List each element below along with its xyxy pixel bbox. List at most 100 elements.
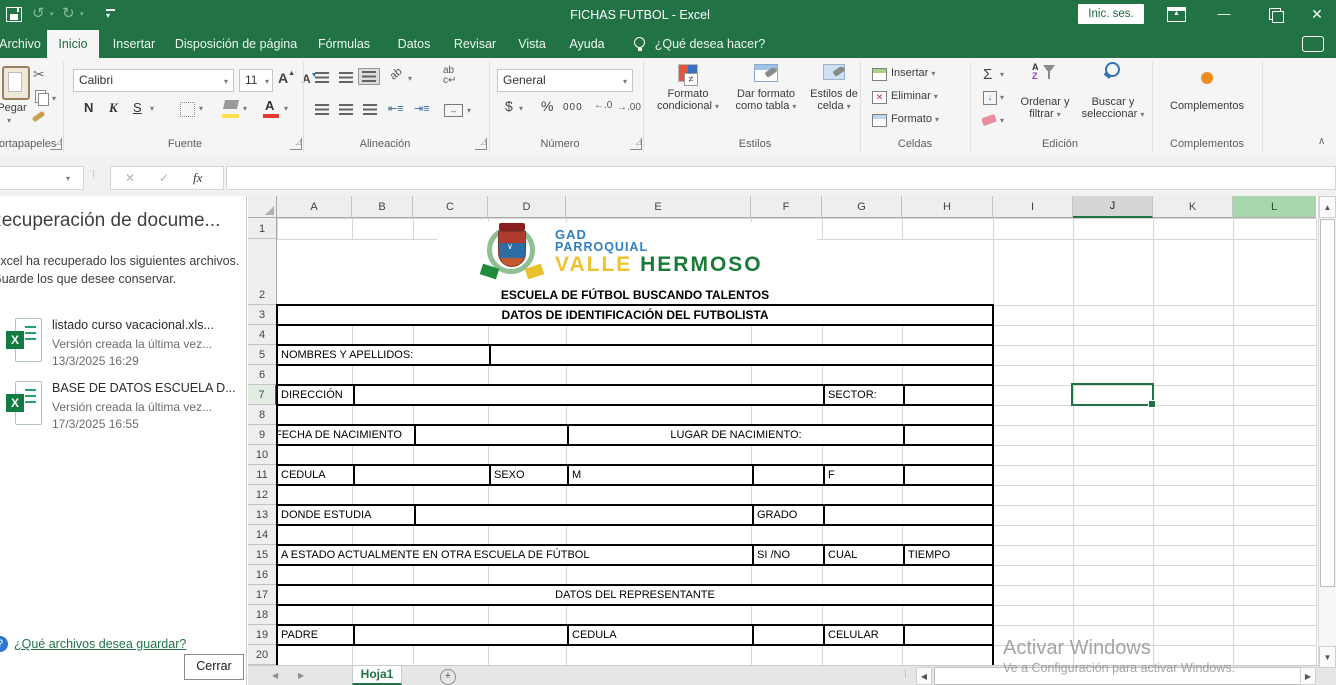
number-dialog-launcher[interactable]: ◿ (630, 138, 642, 150)
font-name-combo[interactable]: Calibri▾ (73, 69, 234, 92)
redo-icon[interactable]: ↻ (62, 4, 75, 22)
tab-vista[interactable]: Vista (510, 30, 554, 58)
format-cells-icon[interactable] (872, 114, 887, 127)
column-header-A[interactable]: A (277, 196, 352, 218)
save-icon[interactable] (6, 7, 22, 22)
row-header-13[interactable]: 13 (248, 505, 277, 525)
underline-dropdown-icon[interactable]: ▾ (150, 104, 154, 113)
row-header-12[interactable]: 12 (248, 485, 277, 505)
row-header-10[interactable]: 10 (248, 445, 277, 465)
merge-center-icon[interactable]: ↔ (444, 104, 463, 117)
column-header-D[interactable]: D (488, 196, 566, 218)
close-button[interactable]: ✕ (1298, 0, 1336, 30)
sheet-tab-hoja1[interactable]: Hoja1 (352, 666, 402, 685)
sheet-nav-next-icon[interactable]: ▶ (298, 671, 304, 680)
ribbon-display-options-icon[interactable]: ▲ (1167, 7, 1186, 22)
recovered-file-item[interactable]: X BASE DE DATOS ESCUELA D... Versión cre… (0, 379, 246, 441)
column-header-L[interactable]: L (1233, 196, 1316, 218)
addins-icon[interactable] (1201, 72, 1213, 84)
close-pane-button[interactable]: Cerrar (184, 654, 244, 680)
tab-inicio[interactable]: Inicio (47, 30, 99, 58)
delete-cells-icon[interactable]: ✕ (872, 91, 887, 104)
sheet-nav-prev-icon[interactable]: ◀ (272, 671, 278, 680)
sign-in-button[interactable]: Inic. ses. (1078, 4, 1144, 24)
select-all-corner[interactable] (248, 196, 277, 218)
column-header-C[interactable]: C (413, 196, 488, 218)
row-header-1[interactable]: 1 (248, 218, 277, 239)
orientation-icon[interactable]: ab (388, 65, 405, 82)
underline-button[interactable]: S (133, 100, 142, 115)
row-header-9[interactable]: 9 (248, 425, 277, 445)
vscroll-down-icon[interactable]: ▼ (1319, 646, 1336, 668)
column-header-B[interactable]: B (352, 196, 413, 218)
form-row-11[interactable]: CEDULA SEXO M F (276, 464, 994, 486)
row-header-14[interactable]: 14 (248, 525, 277, 545)
wrap-text-icon[interactable]: abc↵ (443, 66, 456, 86)
fill-color-icon[interactable] (223, 100, 239, 109)
font-color-icon[interactable]: A (265, 98, 274, 113)
feedback-icon[interactable] (1302, 36, 1324, 52)
font-dialog-launcher[interactable]: ◿ (290, 138, 302, 150)
gad-logo[interactable]: ∨ GAD PARROQUIAL VALLE HERMOSO (437, 222, 817, 285)
form-row-9[interactable]: FECHA DE NACIMIENTO LUGAR DE NACIMIENTO: (276, 424, 994, 446)
form-row-7[interactable]: DIRECCIÓN SECTOR: (276, 384, 994, 406)
cancel-icon[interactable]: ✕ (125, 171, 135, 185)
column-header-J[interactable]: J (1073, 196, 1153, 218)
number-format-combo[interactable]: General▾ (497, 69, 633, 92)
increase-indent-icon[interactable]: ⇥≡ (414, 102, 430, 115)
row-header-2[interactable]: 2 (248, 239, 277, 305)
sort-filter-button[interactable]: A Z Ordenar y filtrar ▾ (1012, 62, 1078, 120)
currency-icon[interactable]: $ (505, 98, 513, 114)
fill-dropdown-icon[interactable]: ▾ (1000, 93, 1004, 102)
currency-dropdown-icon[interactable]: ▾ (519, 104, 523, 113)
insert-cells-icon[interactable] (872, 68, 887, 81)
bold-button[interactable]: N (84, 100, 93, 115)
tab-revisar[interactable]: Revisar (446, 30, 504, 58)
row-header-11[interactable]: 11 (248, 465, 277, 485)
row-header-4[interactable]: 4 (248, 325, 277, 345)
decrease-decimal-icon[interactable]: →.00 (617, 102, 641, 113)
align-top-icon[interactable] (315, 72, 329, 83)
form-row-3[interactable]: DATOS DE IDENTIFICACIÓN DEL FUTBOLISTA (276, 304, 994, 326)
font-size-combo[interactable]: 11▾ (239, 69, 273, 92)
autosum-dropdown-icon[interactable]: ▾ (1000, 70, 1004, 79)
align-bottom-icon[interactable] (358, 68, 380, 85)
orientation-dropdown-icon[interactable]: ▾ (408, 74, 412, 83)
column-header-K[interactable]: K (1153, 196, 1233, 218)
row-header-6[interactable]: 6 (248, 365, 277, 385)
row-header-16[interactable]: 16 (248, 565, 277, 585)
row-header-20[interactable]: 20 (248, 645, 277, 665)
format-cells-button[interactable]: Formato ▾ (891, 113, 939, 125)
row-header-8[interactable]: 8 (248, 405, 277, 425)
paste-icon[interactable] (2, 66, 30, 100)
find-select-button[interactable]: Buscar y seleccionar ▾ (1078, 62, 1148, 120)
tab-archivo[interactable]: Archivo (0, 30, 48, 58)
comma-style-icon[interactable]: 000 (563, 102, 583, 113)
addins-button[interactable]: Complementos (1163, 100, 1251, 112)
qat-customize-arrow-icon[interactable]: ▾ (106, 11, 110, 20)
restore-button[interactable] (1256, 0, 1292, 30)
column-header-E[interactable]: E (566, 196, 751, 218)
active-cell-selection[interactable] (1071, 383, 1154, 406)
tab-datos[interactable]: Datos (388, 30, 440, 58)
column-header-G[interactable]: G (822, 196, 902, 218)
row-header-19[interactable]: 19 (248, 625, 277, 645)
row-header-18[interactable]: 18 (248, 605, 277, 625)
tab-insertar[interactable]: Insertar (103, 30, 165, 58)
which-files-link[interactable]: ¿Qué archivos desea guardar? (14, 637, 186, 651)
row-header-3[interactable]: 3 (248, 305, 277, 325)
form-row-17[interactable]: DATOS DEL REPRESENTANTE (276, 584, 994, 606)
cut-icon[interactable]: ✂ (33, 66, 45, 83)
name-box[interactable] (0, 166, 84, 190)
row-header-7[interactable]: 7 (248, 385, 277, 405)
delete-cells-button[interactable]: Eliminar ▾ (891, 90, 938, 102)
decrease-indent-icon[interactable]: ⇤≡ (388, 102, 404, 115)
vscroll-thumb[interactable] (1320, 219, 1335, 587)
align-right-icon[interactable] (363, 104, 377, 115)
tab-disposicion[interactable]: Disposición de página (170, 30, 302, 58)
increase-decimal-icon[interactable]: ←.0 (594, 100, 612, 111)
tab-ayuda[interactable]: Ayuda (562, 30, 612, 58)
format-as-table-button[interactable]: Dar formato como tabla ▾ (724, 64, 808, 112)
minimize-button[interactable]: — (1206, 0, 1242, 30)
fill-handle[interactable] (1148, 400, 1156, 408)
